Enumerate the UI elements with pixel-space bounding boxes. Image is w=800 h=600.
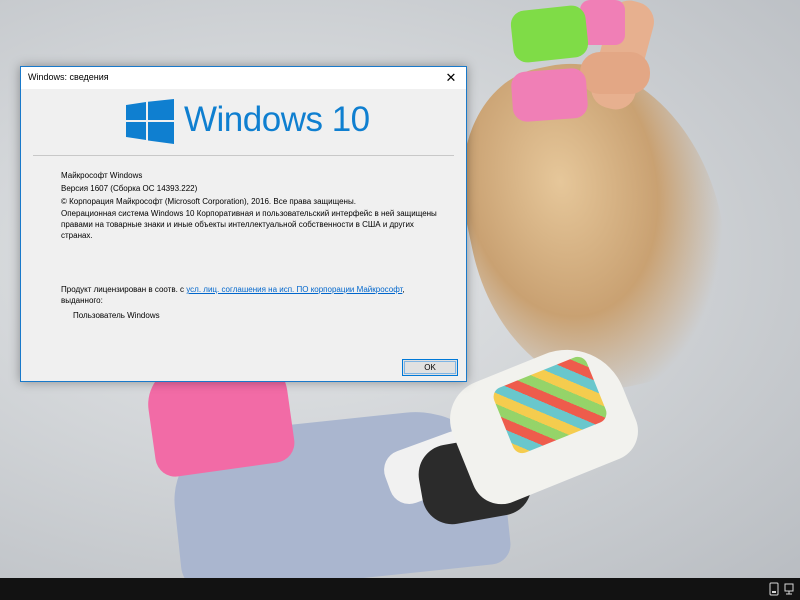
- trademark-description: Операционная система Windows 10 Корпорат…: [61, 209, 437, 240]
- license-suffix: ,: [402, 285, 405, 294]
- window-title: Windows: сведения: [28, 72, 109, 82]
- network-icon[interactable]: [784, 582, 796, 596]
- windows-logo: Windows 10: [126, 99, 370, 144]
- wallpaper-arm-lower: [580, 52, 650, 94]
- wallpaper-wristband-green: [509, 4, 590, 64]
- license-statement: Продукт лицензирован в соотв. с усл. лиц…: [61, 285, 405, 294]
- dialog-content: Windows 10 Майкрософт Windows Версия 160…: [21, 89, 466, 381]
- touch-keyboard-icon[interactable]: [768, 582, 780, 596]
- copyright-text: © Корпорация Майкрософт (Microsoft Corpo…: [61, 197, 356, 206]
- wallpaper-wristband-pink-2: [510, 67, 589, 123]
- product-name: Майкрософт Windows: [61, 171, 143, 180]
- license-prefix: Продукт лицензирован в соотв. с: [61, 285, 187, 294]
- licensee-name: Пользователь Windows: [73, 311, 160, 320]
- close-icon: ✕: [445, 70, 457, 85]
- title-bar[interactable]: Windows: сведения ✕: [21, 67, 466, 89]
- close-button[interactable]: ✕: [436, 67, 466, 89]
- ok-button[interactable]: OK: [402, 359, 458, 376]
- license-terms-link[interactable]: усл. лиц. соглашения на исп. ПО корпорац…: [186, 285, 402, 294]
- windows-10-wordmark: Windows 10: [184, 100, 370, 139]
- divider: [33, 155, 454, 156]
- taskbar: [0, 578, 800, 600]
- windows-flag-icon: [126, 99, 174, 144]
- about-windows-dialog: Windows: сведения ✕ Windows 10 Майкрософ…: [20, 66, 467, 382]
- version-info: Версия 1607 (Сборка ОС 14393.222): [61, 184, 198, 193]
- license-issued-to: выданного:: [61, 296, 103, 305]
